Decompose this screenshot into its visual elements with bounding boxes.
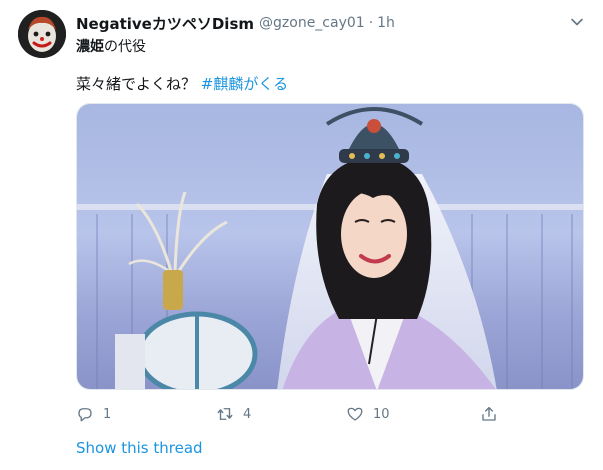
reply-count: 1 (103, 406, 112, 422)
tweet-card[interactable]: NegativeカツペソDism @gzone_cay01 · 1h 濃姫の代役… (0, 0, 603, 470)
tweet-body: 菜々緒でよくね？ (76, 75, 197, 93)
clown-avatar-image (18, 10, 66, 58)
hashtag-link[interactable]: #麒麟がくる (201, 75, 288, 93)
show-thread-link[interactable]: Show this thread (76, 439, 203, 457)
author-bio: 濃姫の代役 (76, 36, 146, 56)
retweet-count: 4 (243, 406, 252, 422)
retweet-button[interactable]: 4 (216, 402, 251, 426)
user-handle[interactable]: @gzone_cay01 (259, 15, 365, 31)
reply-button[interactable]: 1 (76, 402, 111, 426)
share-icon (482, 406, 496, 421)
separator-dot: · (368, 15, 374, 31)
chevron-down-icon[interactable] (569, 14, 585, 30)
tweet-header: NegativeカツペソDism @gzone_cay01 · 1h (76, 13, 583, 33)
bio-rest: の代役 (104, 39, 146, 55)
reply-icon (78, 408, 92, 422)
avatar[interactable] (18, 10, 66, 58)
bio-bold: 濃姫 (76, 39, 104, 55)
tweet-photo[interactable] (76, 103, 584, 390)
retweet-icon (217, 408, 233, 420)
timestamp[interactable]: 1h (377, 15, 395, 31)
like-button[interactable]: 10 (346, 402, 390, 426)
display-name[interactable]: NegativeカツペソDism (76, 13, 254, 34)
share-button[interactable] (480, 402, 498, 426)
photo-image (77, 104, 583, 389)
like-count: 10 (373, 406, 390, 422)
tweet-text: 菜々緒でよくね？ #麒麟がくる (76, 73, 288, 94)
heart-icon (347, 407, 363, 421)
tweet-actions: 1 4 10 (76, 402, 506, 426)
